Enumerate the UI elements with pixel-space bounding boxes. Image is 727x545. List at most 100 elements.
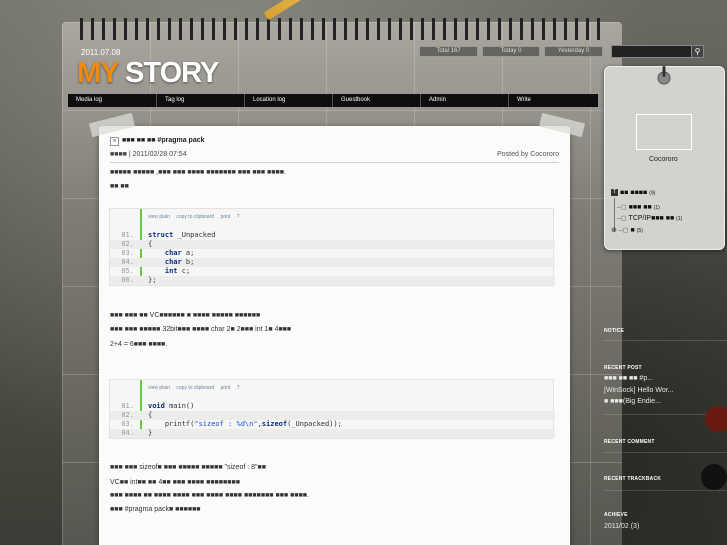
menu-write[interactable]: Write [508,94,596,107]
line-number: 02. [121,411,134,419]
code-text: } [148,429,153,437]
recent-trackback-heading: RECENT TRACKBACK [604,476,662,482]
view-plain-link[interactable]: view plain [148,385,170,391]
category-item[interactable]: ⊕ –◻ ■ (5) [611,226,643,234]
achieve-item[interactable]: 2011/02 (3) [604,523,639,530]
post-text: ■■■■■ ■■■■■ ,■■■ ■■■ ■■■■ ■■■■■■■ ■■■ ■■… [110,169,286,176]
line-number: 01. [121,231,134,239]
code-text: int c; [164,267,191,275]
code-block-2: view plain copy to clipboard print ? 01.… [109,379,555,439]
code-line: 02. { [110,240,555,249]
recent-post-item[interactable]: [WinSock] Hello Wor... [604,387,674,394]
category-item[interactable]: –◻ TCP/IP■■■ ■■ (1) [617,214,682,222]
code-text: { [148,240,153,248]
post-divider [110,162,559,163]
line-number: 02. [121,240,134,248]
post-text: ■■ ■■ [110,183,129,190]
help-link[interactable]: ? [237,214,240,220]
folder-icon: T [611,189,618,196]
expand-icon[interactable]: ⊕ [611,227,617,234]
post-text: ■■■ #pragma pack■ ■■■■■■ [110,506,201,513]
code-toolbar: view plain copy to clipboard print ? [148,385,244,391]
line-number: 03. [121,249,134,257]
search-icon[interactable]: ⚲ [691,45,704,58]
header-date: 2011.07.08 [81,48,121,57]
code-line: 04.} [110,429,555,438]
menu-admin[interactable]: Admin [420,94,508,107]
achieve-heading: ACHIEVE [604,512,628,518]
logo-story: STORY [117,57,219,89]
line-number: 06. [121,276,134,284]
stat-total: Total 167 [419,46,478,57]
category-root[interactable]: T ■■ ■■■■ (9) [611,189,655,196]
search-input[interactable] [611,45,703,58]
spiral-binding [80,18,600,40]
recent-post-heading: RECENT POST [604,365,642,371]
tree-node-icon: –◻ [618,227,629,234]
code-line: 04. char b; [110,258,555,267]
main-menu: Media log Tag log Location log Guestbook… [68,94,598,107]
profile-nickname: Cocororo [649,156,678,163]
post-text: VC■■ int■■ ■■ 4■■ ■■■ ■■■■ ■■■■■■■■ [110,479,240,486]
code-text: char a; [164,249,195,257]
sticker-decoration [705,406,727,432]
help-link[interactable]: ? [237,385,240,391]
tree-node-icon: –◻ [617,215,627,222]
line-number: 05. [121,267,134,275]
post-meta: ■■■■ | 2011/02/28 07:54 [110,151,187,158]
code-text: void main() [148,402,195,410]
avatar[interactable] [636,114,692,150]
code-line: 01. struct _Unpacked [110,231,555,240]
pushpin-icon [657,66,671,85]
code-line: 05. int c; [110,267,555,276]
copy-clipboard-link[interactable]: copy to clipboard [176,385,214,391]
line-number: 01. [121,402,134,410]
code-line: 01. void main() [110,402,555,411]
code-line: 02. { [110,411,555,420]
tree-node-icon: –◻ [617,204,627,211]
notice-heading: NOTICE [604,328,625,334]
code-text: }; [148,276,157,284]
code-line: 03. char a; [110,249,555,258]
post-title[interactable]: ■■■ ■■ ■■ #pragma pack [122,137,205,144]
code-text: struct _Unpacked [148,231,216,239]
category-label: ■■■ ■■ [628,204,652,211]
category-item[interactable]: –◻ ■■■ ■■ (1) [617,203,660,211]
print-link[interactable]: print [221,214,231,220]
code-text: char b; [164,258,195,266]
print-link[interactable]: print [221,385,231,391]
view-plain-link[interactable]: view plain [148,214,170,220]
category-label: TCP/IP■■■ ■■ [628,215,675,222]
sidebar-divider [604,452,727,453]
post-text: ■■■ ■■■ ■■ VC■■■■■■ ■ ■■■■ ■■■■■ ■■■■■■ [110,312,261,319]
sticker-decoration [701,464,727,490]
post-author: Posted by Cocororo [497,151,559,158]
line-number: 03. [121,420,134,428]
sidebar-divider [604,340,727,341]
code-text: printf("sizeof : %d\n",sizeof(_Unpacked)… [148,420,342,428]
category-label: ■■ ■■■■ [619,189,648,197]
category-count: (9) [649,190,656,197]
recent-post-item[interactable]: ■ ■■■(Big Endie... [604,398,661,405]
category-count: (1) [676,216,683,222]
blog-logo[interactable]: MY STORY [77,57,219,90]
menu-tag-log[interactable]: Tag log [156,94,244,107]
menu-location-log[interactable]: Location log [244,94,332,107]
code-line: 03. printf("sizeof : %d\n",sizeof(_Unpac… [110,420,555,429]
category-label: ■ [630,227,635,234]
stat-today: Today 0 [482,46,540,57]
code-toolbar: view plain copy to clipboard print ? [148,214,244,220]
post-category-icon: ≡ [110,137,119,146]
recent-comment-heading: RECENT COMMENT [604,439,655,445]
recent-post-item[interactable]: ■■■ ■■ ■■ #p... [604,375,653,382]
line-number: 04. [121,429,134,437]
menu-guestbook[interactable]: Guestbook [332,94,420,107]
sidebar-divider [604,490,727,491]
copy-clipboard-link[interactable]: copy to clipboard [176,214,214,220]
code-block-1: view plain copy to clipboard print ? 01.… [109,208,555,286]
stat-yesterday: Yesterday 0 [544,46,603,57]
menu-media-log[interactable]: Media log [68,94,156,107]
post-text: ■■■ ■■■ sizeof■ ■■■ ■■■■■ ■■■■■ "sizeof … [110,464,266,471]
post-text: 2+4 = 6■■■ ■■■■. [110,341,168,348]
post-text: ■■■ ■■■■ ■■ ■■■■ ■■■■ ■■■ ■■■■ ■■■■ ■■■■… [110,492,309,499]
